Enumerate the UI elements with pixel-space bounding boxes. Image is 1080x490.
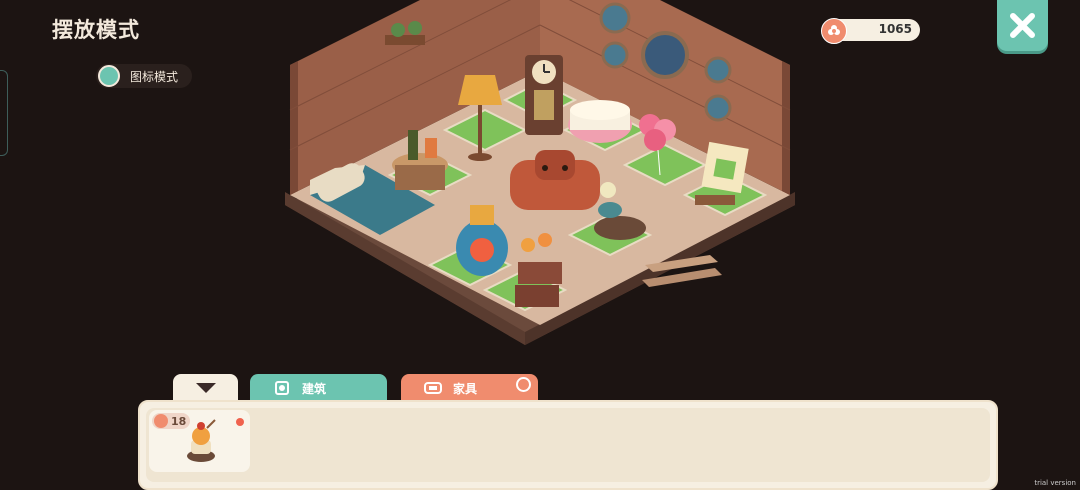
toggle-dot <box>98 65 120 87</box>
flower-coin-icon <box>154 414 168 428</box>
tab-build[interactable]: 建筑 <box>250 374 387 402</box>
sundae-icon <box>187 419 216 462</box>
inventory-list <box>146 408 990 482</box>
inventory-item[interactable]: 18 <box>149 410 250 472</box>
close-icon <box>1010 13 1035 38</box>
tab-build-label: 建筑 <box>302 381 327 396</box>
mode-toggle-label: 图标模式 <box>130 69 179 84</box>
icon-mode-toggle[interactable]: 图标模式 <box>96 64 193 88</box>
side-drawer-handle[interactable] <box>0 70 8 156</box>
close-button[interactable] <box>997 0 1048 51</box>
chevron-down-icon <box>195 383 216 393</box>
flower-coin-icon <box>821 18 847 44</box>
currency-value: 1065 <box>878 22 912 36</box>
currency-counter: 1065 <box>821 18 920 44</box>
inventory-panel <box>138 400 998 490</box>
tab-furniture[interactable]: 家具 <box>401 374 538 402</box>
page-title: 摆放模式 <box>52 18 140 42</box>
new-item-dot <box>236 418 244 426</box>
collapse-tab[interactable] <box>173 374 238 402</box>
sofa-icon <box>424 382 442 394</box>
tab-furniture-label: 家具 <box>453 381 478 396</box>
notification-badge <box>516 377 531 392</box>
building-icon <box>275 381 289 395</box>
watermark: trial version <box>1034 479 1076 487</box>
isometric-room[interactable] <box>270 0 810 360</box>
